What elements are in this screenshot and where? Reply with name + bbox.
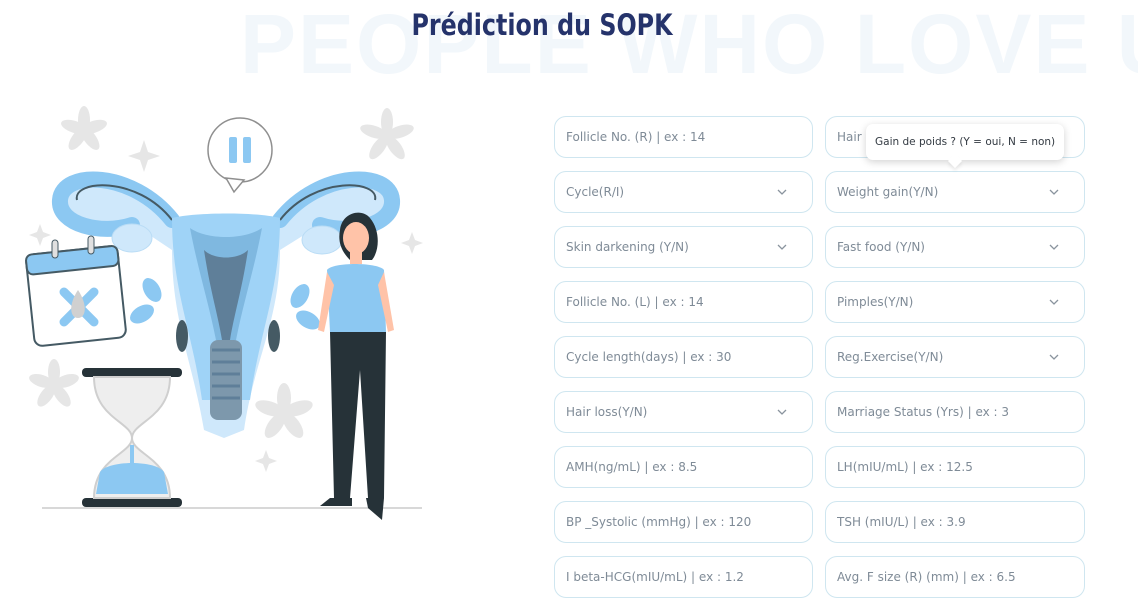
chevron-down-icon[interactable]: [1047, 185, 1061, 199]
marriage-status-input[interactable]: Marriage Status (Yrs) | ex : 3: [825, 391, 1085, 433]
hair-loss-select[interactable]: Hair loss(Y/N): [554, 391, 813, 433]
prediction-form: Follicle No. (R) | ex : 14Hair growth(Y/…: [554, 116, 1085, 598]
marriage-status-input-placeholder: Marriage Status (Yrs) | ex : 3: [837, 405, 1010, 419]
calendar-icon: [25, 235, 127, 347]
pause-icon: [207, 117, 273, 194]
pimples-select[interactable]: Pimples(Y/N): [825, 281, 1085, 323]
skin-darkening-select-placeholder: Skin darkening (Y/N): [566, 240, 689, 254]
chevron-down-icon[interactable]: [775, 405, 789, 419]
beta-hcg-input-placeholder: I beta-HCG(mIU/mL) | ex : 1.2: [566, 570, 744, 584]
flower-icon: [29, 359, 79, 407]
weight-gain-tooltip: Gain de poids ? (Y = oui, N = non): [866, 124, 1065, 160]
flower-icon: [61, 106, 107, 150]
follicle-no-r-input-placeholder: Follicle No. (R) | ex : 14: [566, 130, 706, 144]
amh-input[interactable]: AMH(ng/mL) | ex : 8.5: [554, 446, 813, 488]
hair-loss-select-placeholder: Hair loss(Y/N): [566, 405, 648, 419]
follicle-no-l-input-placeholder: Follicle No. (L) | ex : 14: [566, 295, 704, 309]
pcos-illustration: [25, 106, 423, 520]
bp-systolic-input-placeholder: BP _Systolic (mmHg) | ex : 120: [566, 515, 752, 529]
chevron-down-icon[interactable]: [1047, 350, 1061, 364]
avg-f-size-r-input-placeholder: Avg. F size (R) (mm) | ex : 6.5: [837, 570, 1016, 584]
follicle-no-l-input[interactable]: Follicle No. (L) | ex : 14: [554, 281, 813, 323]
page-title: Prédiction du SOPK: [411, 8, 673, 42]
lh-input-placeholder: LH(mIU/mL) | ex : 12.5: [837, 460, 973, 474]
tsh-input-placeholder: TSH (mIU/L) | ex : 3.9: [837, 515, 966, 529]
chevron-down-icon[interactable]: [1047, 295, 1061, 309]
skin-darkening-select[interactable]: Skin darkening (Y/N): [554, 226, 813, 268]
beta-hcg-input[interactable]: I beta-HCG(mIU/mL) | ex : 1.2: [554, 556, 813, 598]
cycle-select[interactable]: Cycle(R/I): [554, 171, 813, 213]
fast-food-select-placeholder: Fast food (Y/N): [837, 240, 925, 254]
page: PEOPLE WHO LOVE US Prédiction du SOPK Fo…: [0, 0, 1138, 607]
flower-icon: [255, 383, 313, 438]
cycle-length-input-placeholder: Cycle length(days) | ex : 30: [566, 350, 732, 364]
amh-input-placeholder: AMH(ng/mL) | ex : 8.5: [566, 460, 698, 474]
cycle-length-input[interactable]: Cycle length(days) | ex : 30: [554, 336, 813, 378]
tsh-input[interactable]: TSH (mIU/L) | ex : 3.9: [825, 501, 1085, 543]
fast-food-select[interactable]: Fast food (Y/N): [825, 226, 1085, 268]
pimples-select-placeholder: Pimples(Y/N): [837, 295, 914, 309]
avg-f-size-r-input[interactable]: Avg. F size (R) (mm) | ex : 6.5: [825, 556, 1085, 598]
weight-gain-select-placeholder: Weight gain(Y/N): [837, 185, 939, 199]
flower-icon: [360, 108, 414, 160]
lh-input[interactable]: LH(mIU/mL) | ex : 12.5: [825, 446, 1085, 488]
weight-gain-select[interactable]: Weight gain(Y/N): [825, 171, 1085, 213]
chevron-down-icon[interactable]: [775, 240, 789, 254]
reg-exercise-select-placeholder: Reg.Exercise(Y/N): [837, 350, 944, 364]
bp-systolic-input[interactable]: BP _Systolic (mmHg) | ex : 120: [554, 501, 813, 543]
chevron-down-icon[interactable]: [775, 185, 789, 199]
chevron-down-icon[interactable]: [1047, 240, 1061, 254]
reg-exercise-select[interactable]: Reg.Exercise(Y/N): [825, 336, 1085, 378]
woman-figure: [318, 212, 394, 520]
cycle-select-placeholder: Cycle(R/I): [566, 185, 625, 199]
hourglass-icon: [82, 368, 182, 507]
follicle-no-r-input[interactable]: Follicle No. (R) | ex : 14: [554, 116, 813, 158]
